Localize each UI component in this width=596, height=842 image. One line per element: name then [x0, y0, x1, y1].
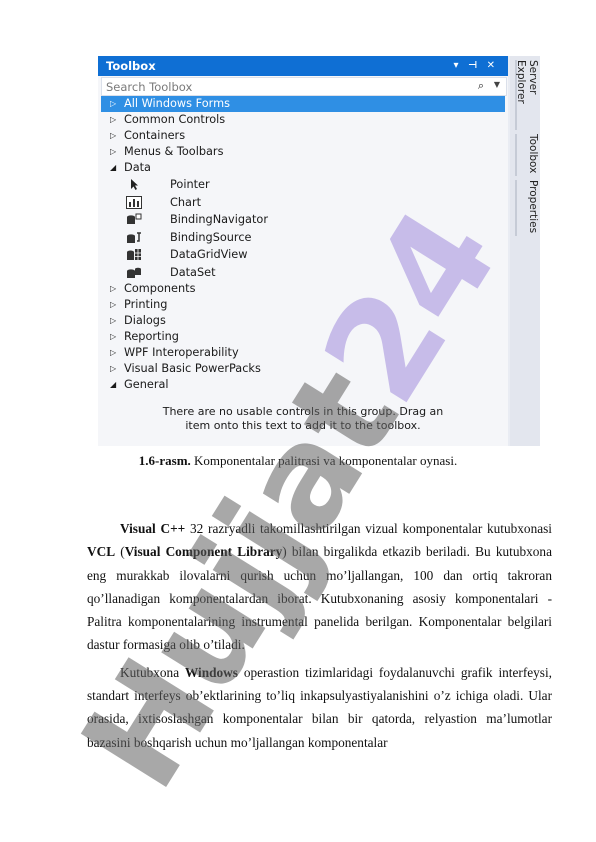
group-label: General — [124, 378, 169, 391]
datagrid-icon — [127, 249, 141, 260]
expand-arrow-icon[interactable]: ▷ — [110, 96, 116, 112]
group-label: WPF Interoperability — [124, 346, 239, 359]
expand-arrow-icon[interactable]: ▷ — [110, 345, 116, 361]
bold-term: Visual C++ — [120, 521, 186, 536]
group-wpf-interoperability[interactable]: ▷ WPF Interoperability — [101, 345, 505, 361]
empty-message-line: item onto this text to add it to the too… — [185, 419, 421, 432]
item-label: DataGridView — [170, 248, 248, 261]
search-icon[interactable]: ⌕ — [478, 79, 484, 93]
toolbox-screenshot: Toolbox ▾ ⊣ ✕ ⌕ ▼ ▷ All Windows Forms ▷ Co… — [98, 56, 540, 446]
paragraph: Visual C++ 32 razryadli takomillashtiril… — [87, 517, 552, 657]
text-run: ( — [115, 544, 125, 560]
group-label: Components — [124, 282, 196, 295]
group-label: Dialogs — [124, 314, 166, 327]
expand-arrow-icon[interactable]: ▷ — [110, 281, 116, 297]
collapse-arrow-icon[interactable]: ◢ — [110, 377, 116, 393]
chart-icon — [126, 195, 142, 209]
paragraph: Kutubxona Windows operastion tizimlarida… — [87, 661, 552, 754]
group-dialogs[interactable]: ▷ Dialogs — [101, 313, 505, 329]
group-data[interactable]: ◢ Data — [101, 160, 505, 176]
bold-term: Visual Component Library — [124, 544, 283, 560]
toolbox-item-datagridview[interactable]: DataGridView — [101, 246, 505, 264]
search-input[interactable] — [106, 78, 446, 95]
empty-group-message: There are no usable controls in this gro… — [101, 405, 505, 433]
group-containers[interactable]: ▷ Containers — [101, 128, 505, 144]
caption-text: Komponentalar palitrasi va komponentalar… — [190, 453, 458, 468]
group-label: Containers — [124, 129, 186, 142]
figure-caption: 1.6-rasm. Komponentalar palitrasi va kom… — [0, 453, 596, 469]
expand-arrow-icon[interactable]: ▷ — [110, 297, 116, 313]
group-label: Menus & Toolbars — [124, 145, 224, 158]
document-page: Toolbox ▾ ⊣ ✕ ⌕ ▼ ▷ All Windows Forms ▷ Co… — [0, 0, 596, 842]
group-components[interactable]: ▷ Components — [101, 281, 505, 297]
group-common-controls[interactable]: ▷ Common Controls — [101, 112, 505, 128]
figure-number: 1.6-rasm. — [138, 453, 191, 468]
expand-arrow-icon[interactable]: ▷ — [110, 144, 116, 160]
group-printing[interactable]: ▷ Printing — [101, 297, 505, 313]
group-visual-basic-powerpacks[interactable]: ▷ Visual Basic PowerPacks — [101, 361, 505, 377]
dataset-icon — [127, 267, 141, 278]
binding-source-icon — [127, 231, 141, 243]
text-run: ) bilan birgalikda etkazib beriladi. Bu … — [87, 544, 552, 653]
binding-navigator-icon — [127, 213, 142, 224]
item-label: BindingSource — [170, 230, 252, 244]
group-label: Common Controls — [124, 113, 226, 126]
item-label: BindingNavigator — [170, 213, 268, 226]
group-reporting[interactable]: ▷ Reporting — [101, 329, 505, 345]
collapse-arrow-icon[interactable]: ◢ — [110, 160, 116, 176]
expand-arrow-icon[interactable]: ▷ — [110, 361, 116, 377]
item-label: Pointer — [170, 178, 210, 191]
group-label: Printing — [124, 298, 168, 311]
toolbox-item-bindingsource[interactable]: BindingSource — [101, 229, 505, 247]
group-all-windows-forms[interactable]: ▷ All Windows Forms — [101, 96, 505, 112]
expand-arrow-icon[interactable]: ▷ — [110, 313, 116, 329]
text-run: 32 razryadli takomillashtirilgan vizual … — [185, 521, 553, 536]
group-label: Data — [124, 161, 151, 174]
bold-term: VCL — [87, 544, 116, 560]
side-tab-strip: Server Explorer Toolbox Properties — [510, 56, 540, 446]
toolbox-item-pointer[interactable]: Pointer — [101, 176, 505, 194]
bold-term: Windows — [184, 664, 238, 680]
toolbox-item-dataset[interactable]: DataSet — [101, 264, 505, 282]
text-run: Kutubxona — [120, 664, 185, 680]
expand-arrow-icon[interactable]: ▷ — [110, 112, 116, 128]
pointer-icon — [131, 179, 138, 190]
body-text: Visual C++ 32 razryadli takomillashtiril… — [87, 517, 552, 758]
tab-properties[interactable]: Properties — [515, 180, 539, 236]
group-general[interactable]: ◢ General — [101, 377, 505, 393]
empty-message-line: There are no usable controls in this gro… — [162, 405, 444, 418]
toolbox-title: Toolbox — [106, 59, 156, 73]
expand-arrow-icon[interactable]: ▷ — [110, 329, 116, 345]
chevron-down-icon[interactable]: ▼ — [494, 80, 500, 89]
item-label: Chart — [170, 195, 202, 209]
item-label: DataSet — [170, 265, 216, 279]
tab-toolbox[interactable]: Toolbox — [515, 134, 539, 176]
toolbox-item-bindingnavigator[interactable]: BindingNavigator — [101, 211, 505, 229]
group-menus-toolbars[interactable]: ▷ Menus & Toolbars — [101, 144, 505, 160]
expand-arrow-icon[interactable]: ▷ — [110, 128, 116, 144]
toolbox-panel: Toolbox ▾ ⊣ ✕ ⌕ ▼ ▷ All Windows Forms ▷ Co… — [98, 56, 508, 446]
tab-server-explorer[interactable]: Server Explorer — [515, 60, 539, 130]
window-controls[interactable]: ▾ ⊣ ✕ — [453, 56, 498, 76]
group-label: Visual Basic PowerPacks — [124, 362, 261, 375]
toolbox-title-bar: Toolbox ▾ ⊣ ✕ — [98, 56, 508, 76]
group-label: All Windows Forms — [124, 97, 230, 110]
toolbox-tree: ▷ All Windows Forms ▷ Common Controls ▷ Con… — [101, 96, 505, 393]
toolbox-item-chart[interactable]: Chart — [101, 194, 505, 212]
group-label: Reporting — [124, 330, 179, 343]
search-box[interactable]: ⌕ ▼ — [101, 77, 507, 96]
